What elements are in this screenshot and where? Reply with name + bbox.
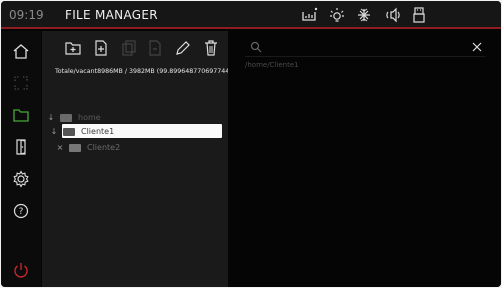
power-icon[interactable]	[7, 256, 35, 284]
app-title: FILE MANAGER	[65, 8, 158, 22]
folder-icon[interactable]	[7, 101, 35, 129]
folder-icon	[63, 127, 75, 136]
new-folder-icon[interactable]	[64, 39, 82, 57]
folder-icon	[69, 143, 81, 152]
paste-icon[interactable]	[146, 39, 164, 57]
rename-icon[interactable]	[174, 39, 192, 57]
tree-item-label: Cliente2	[87, 142, 121, 152]
delete-icon[interactable]	[202, 39, 220, 57]
tree-item-label: home	[78, 112, 101, 122]
door-icon[interactable]	[7, 133, 35, 161]
svg-text:?: ?	[19, 207, 24, 217]
sidebar: ?	[1, 31, 41, 287]
new-file-icon[interactable]	[92, 39, 110, 57]
search-icon[interactable]	[250, 41, 262, 53]
tree-item-cliente1[interactable]: ↓ Cliente1	[50, 124, 222, 138]
settings-icon[interactable]	[7, 165, 35, 193]
search-bar	[245, 39, 485, 57]
search-input[interactable]	[267, 40, 467, 54]
tree-item-label: Cliente1	[81, 126, 115, 136]
clock: 09:19	[9, 8, 44, 22]
content-panel: /home/Cliente1	[228, 31, 501, 287]
light-icon	[328, 6, 346, 24]
collapse-toggle[interactable]: ↓	[47, 113, 55, 122]
status-bar: 09:19 FILE MANAGER	[1, 1, 501, 29]
expand-icon[interactable]	[7, 69, 35, 97]
screen: 09:19 FILE MANAGER ? Totale/vacant8986MB…	[1, 1, 501, 287]
remove-toggle[interactable]: ×	[56, 143, 64, 152]
help-icon[interactable]: ?	[7, 197, 35, 225]
usb-icon	[410, 6, 428, 24]
current-path: /home/Cliente1	[245, 61, 299, 69]
tree-item-home[interactable]: ↓ home	[47, 110, 101, 124]
storage-info: Totale/vacant8986MB / 3982MB (99.8996487…	[55, 68, 238, 75]
storage-icon	[300, 6, 318, 24]
folder-tree-panel: Totale/vacant8986MB / 3982MB (99.8996487…	[42, 31, 238, 287]
folder-icon	[60, 113, 72, 122]
volume-icon	[384, 6, 402, 24]
tree-item-cliente2[interactable]: × Cliente2	[56, 140, 120, 154]
collapse-toggle[interactable]: ↓	[50, 127, 58, 136]
copy-icon[interactable]	[120, 39, 138, 57]
close-icon[interactable]	[471, 41, 483, 53]
defrost-icon	[355, 6, 373, 24]
home-icon[interactable]	[7, 37, 35, 65]
